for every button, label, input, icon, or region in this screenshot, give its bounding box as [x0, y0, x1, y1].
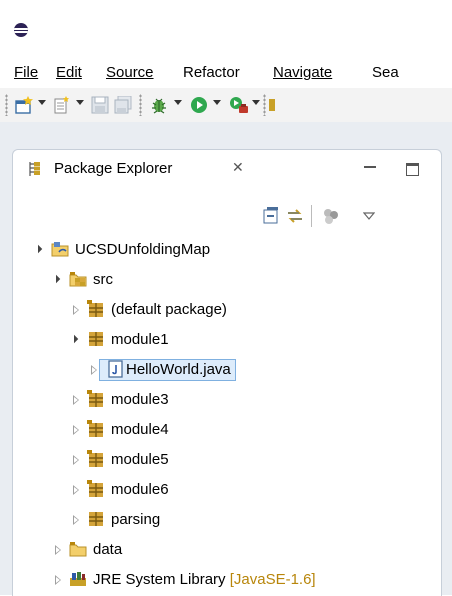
menu-edit-label: Edit: [56, 64, 82, 81]
collapsed-arrow-icon[interactable]: [73, 485, 79, 495]
external-tools-dropdown-icon[interactable]: [252, 100, 260, 105]
expanded-arrow-icon[interactable]: [69, 334, 79, 344]
tree-item-label: parsing: [111, 511, 161, 528]
external-tools-icon[interactable]: [229, 96, 249, 114]
jre-version-decoration: [JavaSE-1.6]: [229, 571, 316, 588]
tree-item-data[interactable]: data: [13, 536, 433, 566]
save-icon[interactable]: [91, 96, 109, 114]
link-with-editor-icon[interactable]: [286, 207, 304, 225]
tree-item-label: module4: [111, 421, 169, 438]
toolbar-grip[interactable]: [5, 94, 8, 116]
package-icon: [87, 450, 103, 467]
eclipse-logo-icon: [14, 23, 28, 37]
package-icon: [89, 512, 103, 526]
menu-source[interactable]: Source: [106, 64, 154, 81]
menu-navigate[interactable]: Navigate: [273, 64, 332, 81]
tree-item-module4[interactable]: module4: [13, 416, 433, 446]
main-toolbar: [0, 88, 452, 122]
tree-item-project[interactable]: UCSDUnfoldingMap: [13, 236, 433, 266]
toolbar-grip-2[interactable]: [139, 94, 142, 116]
menu-navigate-label: Navigate: [273, 64, 333, 81]
new-dropdown-icon[interactable]: [38, 100, 46, 105]
toolbar-grip-3[interactable]: [263, 94, 266, 116]
tree-item-src[interactable]: src: [13, 266, 433, 296]
tree-item-default-package[interactable]: (default package): [13, 296, 433, 326]
package-explorer-view: Package Explorer ✕ UCSDUnfoldingMap src …: [12, 149, 442, 596]
maximize-icon[interactable]: [406, 163, 419, 176]
menu-edit[interactable]: Edit: [56, 64, 82, 81]
source-folder-icon: [69, 272, 87, 287]
collapsed-arrow-icon[interactable]: [55, 545, 61, 555]
package-explorer-icon: [29, 162, 40, 176]
tree-item-label: JRE System Library [JavaSE-1.6]: [93, 571, 316, 588]
collapsed-arrow-icon[interactable]: [55, 575, 61, 585]
java-project-icon: [51, 242, 69, 257]
collapse-all-icon[interactable]: [263, 207, 279, 225]
close-icon[interactable]: ✕: [232, 159, 244, 176]
view-menu-icon[interactable]: [363, 207, 375, 225]
tree-item-parsing[interactable]: parsing: [13, 506, 433, 536]
menu-bar: File Edit Source Refactor Navigate Sea: [0, 58, 452, 88]
tree-item-label: module1: [111, 331, 169, 348]
tree-item-label: src: [93, 271, 113, 288]
collapsed-arrow-icon[interactable]: [91, 365, 97, 375]
tree-item-label: UCSDUnfoldingMap: [75, 241, 211, 258]
tree-item-label: module5: [111, 451, 169, 468]
menu-refactor[interactable]: Refactor: [183, 64, 240, 81]
collapsed-arrow-icon[interactable]: [73, 425, 79, 435]
debug-dropdown-icon[interactable]: [174, 100, 182, 105]
debug-icon[interactable]: [149, 96, 169, 114]
focus-on-task-icon[interactable]: [322, 207, 340, 225]
tree-item-label: module6: [111, 481, 169, 498]
run-dropdown-icon[interactable]: [213, 100, 221, 105]
menu-file[interactable]: File: [14, 64, 38, 81]
collapsed-arrow-icon[interactable]: [73, 455, 79, 465]
toolbar-separator: [311, 205, 312, 227]
tree-item-label: data: [93, 541, 123, 558]
workbench-area: Package Explorer ✕ UCSDUnfoldingMap src …: [0, 122, 452, 596]
package-icon: [87, 420, 103, 437]
new-icon[interactable]: [14, 96, 34, 114]
package-icon: [87, 390, 103, 407]
package-icon: [89, 332, 103, 346]
collapsed-arrow-icon[interactable]: [73, 395, 79, 405]
tree-item-label: (default package): [111, 301, 227, 318]
tab-package-explorer[interactable]: Package Explorer ✕: [13, 150, 251, 186]
jre-library-name: JRE System Library: [93, 571, 226, 588]
package-icon: [87, 480, 103, 497]
tree-item-module5[interactable]: module5: [13, 446, 433, 476]
new-file-dropdown-icon[interactable]: [76, 100, 84, 105]
tree-item-module6[interactable]: module6: [13, 476, 433, 506]
menu-source-label: Source: [106, 64, 154, 81]
tree-item-helloworld-java[interactable]: HelloWorld.java: [13, 356, 433, 386]
menu-search[interactable]: Sea: [372, 64, 399, 81]
expanded-arrow-icon[interactable]: [33, 244, 43, 254]
java-file-icon: [108, 360, 123, 378]
library-icon: [70, 572, 86, 586]
package-icon: [87, 300, 103, 317]
folder-icon: [69, 542, 87, 557]
save-all-icon[interactable]: [114, 96, 132, 114]
view-title: Package Explorer: [54, 160, 173, 177]
tree-item-module3[interactable]: module3: [13, 386, 433, 416]
minimize-icon[interactable]: [364, 166, 376, 168]
expanded-arrow-icon[interactable]: [51, 274, 61, 284]
tree-item-module1[interactable]: module1: [13, 326, 433, 356]
tree-item-label: module3: [111, 391, 169, 408]
run-icon[interactable]: [190, 96, 208, 114]
collapsed-arrow-icon[interactable]: [73, 515, 79, 525]
window-titlebar: [0, 0, 452, 58]
new-file-icon[interactable]: [53, 96, 71, 114]
overflow-icon[interactable]: [269, 96, 275, 114]
tree-item-jre-library[interactable]: JRE System Library [JavaSE-1.6]: [13, 566, 433, 596]
collapsed-arrow-icon[interactable]: [73, 305, 79, 315]
menu-file-label: File: [14, 64, 39, 81]
